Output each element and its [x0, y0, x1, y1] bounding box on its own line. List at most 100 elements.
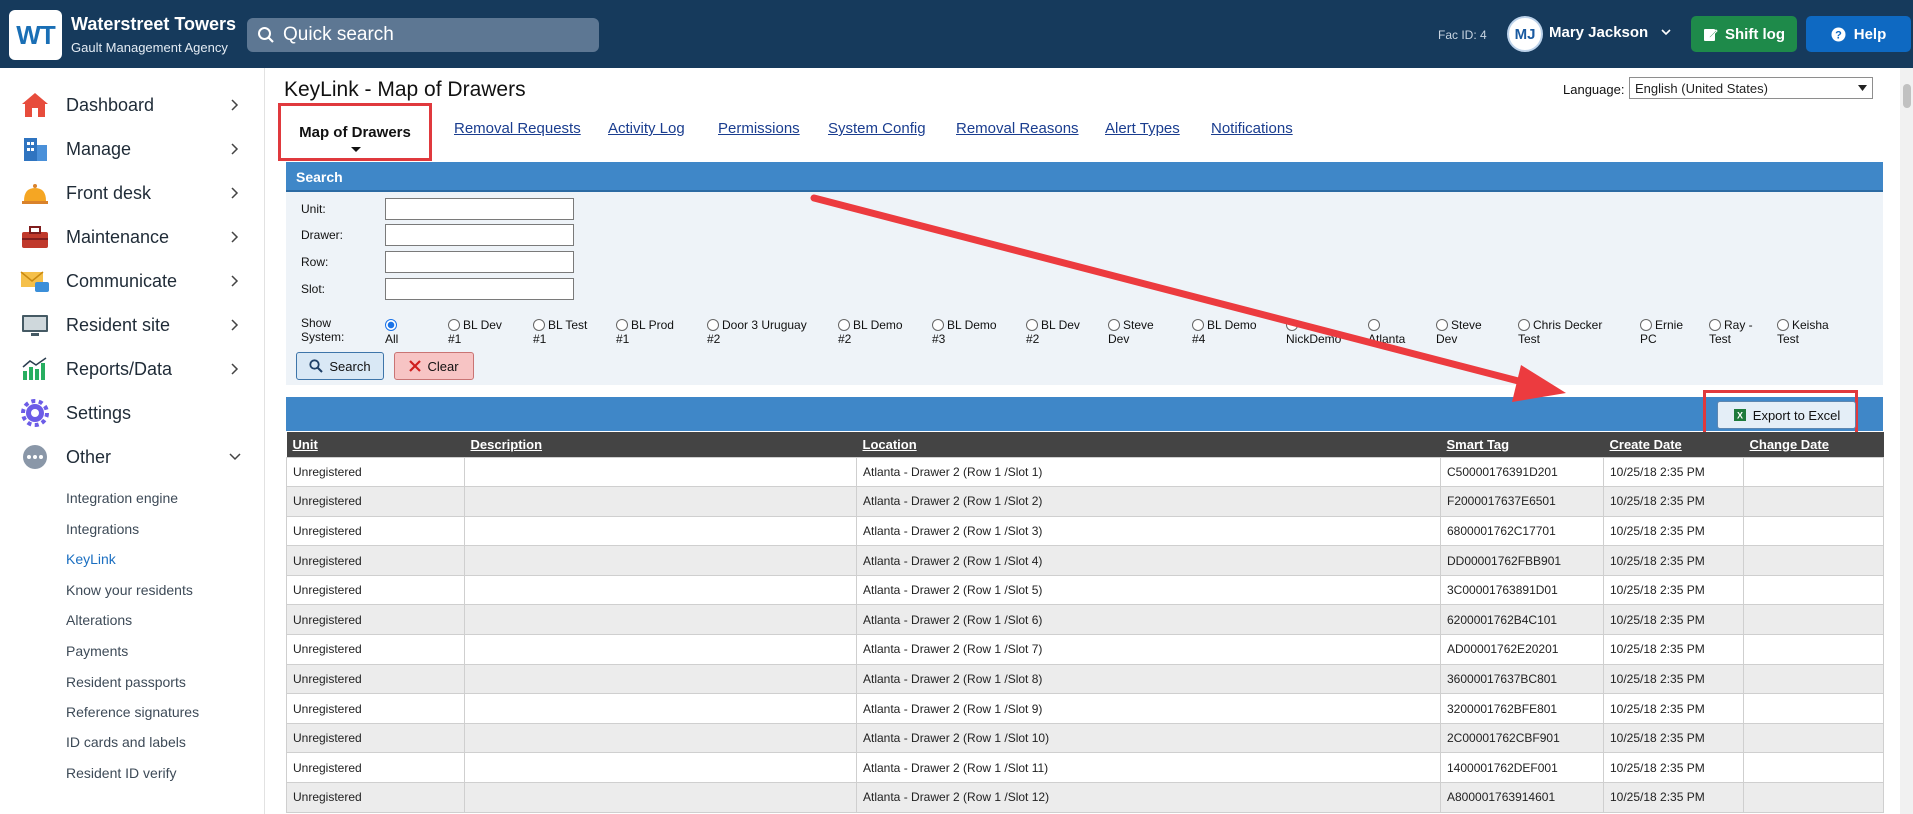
column-header-create-date[interactable]: Create Date	[1603, 432, 1744, 457]
chevron-right-icon	[231, 143, 239, 155]
sidebar-subitem-resident-id-verify[interactable]: Resident ID verify	[66, 765, 176, 781]
column-header-smart-tag[interactable]: Smart Tag	[1440, 432, 1604, 457]
app-logo[interactable]: WT	[9, 10, 62, 60]
show-system-label: Show System:	[301, 316, 345, 344]
user-name[interactable]: Mary Jackson	[1549, 24, 1648, 41]
sidebar-subitem-payments[interactable]: Payments	[66, 643, 128, 659]
system-radio-steve-dev-2[interactable]: Steve Dev	[1436, 318, 1482, 346]
sidebar-item-settings[interactable]: Settings	[0, 393, 265, 433]
radio-label: Atlanta	[1368, 332, 1406, 346]
tab-removal-requests[interactable]: Removal Requests	[454, 120, 581, 137]
system-radio-bl-demo-2[interactable]: BL Demo #2	[838, 318, 903, 346]
help-button[interactable]: ? Help	[1806, 16, 1911, 52]
tab-map-of-drawers[interactable]: Map of Drawers	[278, 103, 432, 161]
sidebar-item-communicate[interactable]: Communicate	[0, 261, 265, 301]
system-radio-bl-dev-2[interactable]: BL Dev #2	[1026, 318, 1080, 346]
column-header-description[interactable]: Description	[464, 432, 857, 457]
sidebar-subitem-integrations[interactable]: Integrations	[66, 521, 139, 537]
table-cell: 10/25/18 2:35 PM	[1603, 634, 1744, 665]
drawer-input[interactable]	[385, 224, 574, 246]
sidebar-item-other[interactable]: Other	[0, 437, 265, 477]
tab-system-config[interactable]: System Config	[828, 120, 926, 137]
sidebar-subitem-keylink[interactable]: KeyLink	[66, 551, 116, 567]
system-radio-ernie-pc[interactable]: Ernie PC	[1640, 318, 1683, 346]
table-cell: 2C00001762CBF901	[1440, 722, 1604, 754]
sidebar-item-manage[interactable]: Manage	[0, 129, 265, 169]
table-cell: Unregistered	[286, 693, 465, 724]
system-radio-bl-prod-1[interactable]: BL Prod #1	[616, 318, 674, 346]
table-cell: 1400001762DEF001	[1440, 752, 1604, 784]
language-select[interactable]: English (United States)	[1629, 77, 1873, 99]
sidebar-item-maintenance[interactable]: Maintenance	[0, 217, 265, 257]
sidebar-item-label: Dashboard	[66, 94, 155, 115]
column-header-location[interactable]: Location	[856, 432, 1441, 457]
sidebar-subitem-know-your-residents[interactable]: Know your residents	[66, 582, 193, 598]
sidebar-subitem-id-cards-and-labels[interactable]: ID cards and labels	[66, 734, 186, 750]
sidebar-subitem-resident-passports[interactable]: Resident passports	[66, 674, 186, 690]
system-radio-steve-dev[interactable]: Steve Dev	[1108, 318, 1154, 346]
tab-activity-log[interactable]: Activity Log	[608, 120, 685, 137]
table-row[interactable]: Unregistered Atlanta - Drawer 2 (Row 1 /S…	[286, 634, 1884, 665]
table-row[interactable]: Unregistered Atlanta - Drawer 2 (Row 1 /S…	[286, 456, 1884, 488]
table-row[interactable]: Unregistered Atlanta - Drawer 2 (Row 1 /S…	[286, 486, 1884, 517]
sidebar-item-front-desk[interactable]: Front desk	[0, 173, 265, 213]
system-radio-door-3-uruguay-2[interactable]: Door 3 Uruguay #2	[707, 318, 807, 346]
system-radio-chris-decker-test[interactable]: Chris Decker Test	[1518, 318, 1602, 346]
table-cell	[464, 693, 857, 724]
table-row[interactable]: Unregistered Atlanta - Drawer 2 (Row 1 /S…	[286, 693, 1884, 724]
edit-icon	[1704, 28, 1718, 41]
table-row[interactable]: Unregistered Atlanta - Drawer 2 (Row 1 /S…	[286, 545, 1884, 576]
export-to-excel-button[interactable]: X Export to Excel	[1717, 401, 1856, 429]
table-cell: Unregistered	[286, 722, 465, 754]
slot-input[interactable]	[385, 278, 574, 300]
system-radio-nickdemo[interactable]: NickDemo	[1286, 318, 1341, 346]
chevron-down-icon[interactable]	[1660, 26, 1672, 38]
search-icon	[309, 359, 324, 373]
tab-alert-types[interactable]: Alert Types	[1105, 120, 1180, 137]
shift-log-button[interactable]: Shift log	[1691, 16, 1797, 52]
chevron-right-icon	[231, 231, 239, 243]
table-row[interactable]: Unregistered Atlanta - Drawer 2 (Row 1 /S…	[286, 782, 1884, 813]
system-radio-keisha-test[interactable]: Keisha Test	[1777, 318, 1829, 346]
page-scrollbar[interactable]	[1900, 68, 1913, 814]
row-input[interactable]	[385, 251, 574, 273]
search-button[interactable]: Search	[296, 352, 384, 380]
quick-search-input[interactable]: Quick search	[247, 18, 599, 52]
table-row[interactable]: Unregistered Atlanta - Drawer 2 (Row 1 /S…	[286, 574, 1884, 606]
system-radio-bl-dev-1[interactable]: BL Dev #1	[448, 318, 502, 346]
radio-dot	[1436, 319, 1448, 331]
table-row[interactable]: Unregistered Atlanta - Drawer 2 (Row 1 /S…	[286, 752, 1884, 784]
help-label: Help	[1853, 25, 1887, 43]
tab-permissions[interactable]: Permissions	[718, 120, 800, 137]
scrollbar-thumb[interactable]	[1903, 84, 1911, 108]
unit-input[interactable]	[385, 198, 574, 220]
table-row[interactable]: Unregistered Atlanta - Drawer 2 (Row 1 /S…	[286, 663, 1884, 695]
tab-notifications[interactable]: Notifications	[1211, 120, 1293, 137]
sidebar-subitem-reference-signatures[interactable]: Reference signatures	[66, 704, 199, 720]
table-row[interactable]: Unregistered Atlanta - Drawer 2 (Row 1 /S…	[286, 722, 1884, 754]
sidebar-item-reports-data[interactable]: Reports/Data	[0, 349, 265, 389]
sidebar-item-dashboard[interactable]: Dashboard	[0, 85, 265, 125]
sidebar-subitem-alterations[interactable]: Alterations	[66, 612, 132, 628]
system-radio-bl-test-1[interactable]: BL Test #1	[533, 318, 587, 346]
column-header-change-date[interactable]: Change Date	[1743, 432, 1884, 457]
table-cell: DD00001762FBB901	[1440, 545, 1604, 576]
system-radio-atlanta[interactable]: Atlanta	[1368, 318, 1405, 346]
system-radio-bl-demo-3[interactable]: BL Demo #3	[932, 318, 997, 346]
sidebar-subitem-integration-engine[interactable]: Integration engine	[66, 490, 178, 506]
radio-label: Test	[1777, 332, 1800, 346]
tab-removal-reasons[interactable]: Removal Reasons	[956, 120, 1079, 137]
table-cell: Atlanta - Drawer 2 (Row 1 /Slot 1)	[856, 456, 1441, 488]
sidebar-item-resident-site[interactable]: Resident site	[0, 305, 265, 345]
table-row[interactable]: Unregistered Atlanta - Drawer 2 (Row 1 /S…	[286, 515, 1884, 547]
radio-label: BL Dev	[1041, 318, 1080, 332]
clear-button-label: Clear	[427, 358, 459, 374]
system-radio-ray-test[interactable]: Ray - Test	[1709, 318, 1753, 346]
column-header-unit[interactable]: Unit	[286, 432, 465, 457]
table-row[interactable]: Unregistered Atlanta - Drawer 2 (Row 1 /S…	[286, 604, 1884, 636]
radio-dot	[1192, 319, 1204, 331]
system-radio-bl-demo-4[interactable]: BL Demo #4	[1192, 318, 1257, 346]
clear-button[interactable]: Clear	[394, 352, 474, 380]
avatar[interactable]: MJ	[1507, 16, 1543, 52]
system-radio-all[interactable]: All	[385, 318, 400, 346]
